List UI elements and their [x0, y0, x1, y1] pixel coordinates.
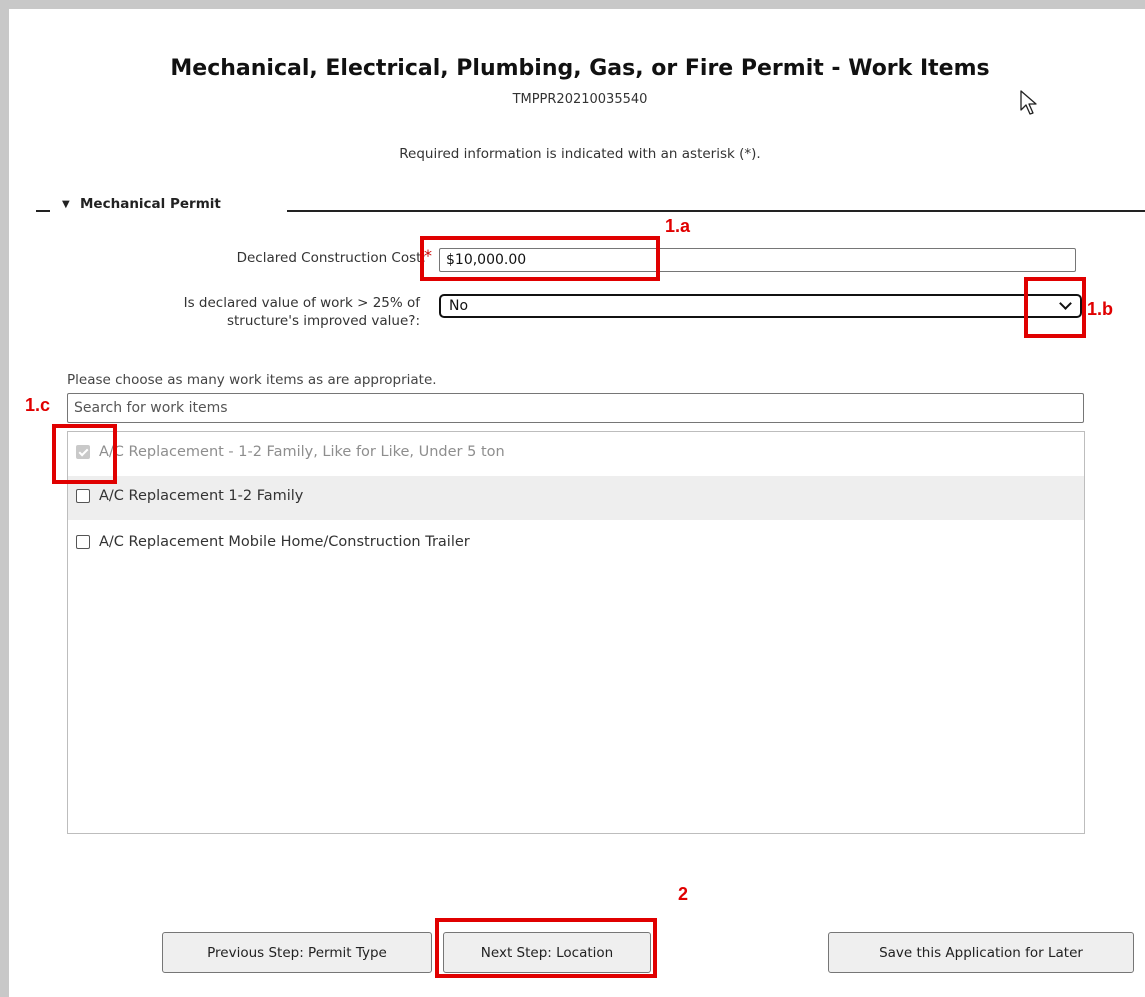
improved-value-question-label-line2: structure's improved value?:: [226, 313, 420, 329]
annotation-box-1b: [1024, 277, 1086, 338]
annotation-box-1a: [420, 236, 660, 281]
caret-down-icon[interactable]: ▼: [62, 199, 70, 210]
previous-step-button[interactable]: Previous Step: Permit Type: [162, 932, 432, 973]
improved-value-question-label-line1: Is declared value of work > 25% of: [183, 295, 420, 311]
work-item-label: A/C Replacement - 1-2 Family, Like for L…: [99, 444, 505, 460]
select-value: No: [449, 298, 469, 314]
work-item-label: A/C Replacement 1-2 Family: [99, 488, 304, 504]
declared-cost-label: Declared Construction Cost:: [236, 250, 426, 266]
annotation-label-1c: 1.c: [25, 395, 51, 415]
page-title: Mechanical, Electrical, Plumbing, Gas, o…: [170, 56, 990, 81]
work-items-instructions: Please choose as many work items as are …: [67, 372, 437, 388]
work-item-ac-mobile-home[interactable]: A/C Replacement Mobile Home/Construction…: [68, 522, 1084, 566]
section-header-mechanical-permit[interactable]: Mechanical Permit: [80, 196, 221, 212]
work-item-label: A/C Replacement Mobile Home/Construction…: [99, 534, 470, 550]
window-frame-top: [0, 0, 1145, 9]
save-for-later-button[interactable]: Save this Application for Later: [828, 932, 1134, 973]
section-collapse-dash: [36, 210, 50, 212]
window-frame-left: [0, 0, 9, 997]
annotation-label-1a: 1.a: [665, 216, 691, 236]
work-items-list: A/C Replacement - 1-2 Family, Like for L…: [67, 431, 1085, 834]
annotation-label-2: 2: [678, 884, 689, 904]
required-note: Required information is indicated with a…: [399, 146, 761, 162]
work-item-ac-1-2-family[interactable]: A/C Replacement 1-2 Family: [68, 476, 1084, 520]
annotation-box-2: [435, 918, 657, 978]
work-item-checkbox[interactable]: [76, 489, 90, 503]
work-item-checkbox[interactable]: [76, 535, 90, 549]
record-id: TMPPR20210035540: [512, 92, 648, 107]
work-items-search-input[interactable]: [67, 393, 1084, 423]
mouse-pointer-icon: [1020, 90, 1037, 115]
section-divider: [287, 210, 1145, 212]
annotation-label-1b: 1.b: [1087, 299, 1114, 319]
annotation-box-1c: [52, 424, 117, 484]
improved-value-select[interactable]: No: [439, 294, 1082, 318]
work-item-ac-like-for-like: A/C Replacement - 1-2 Family, Like for L…: [68, 432, 1084, 476]
